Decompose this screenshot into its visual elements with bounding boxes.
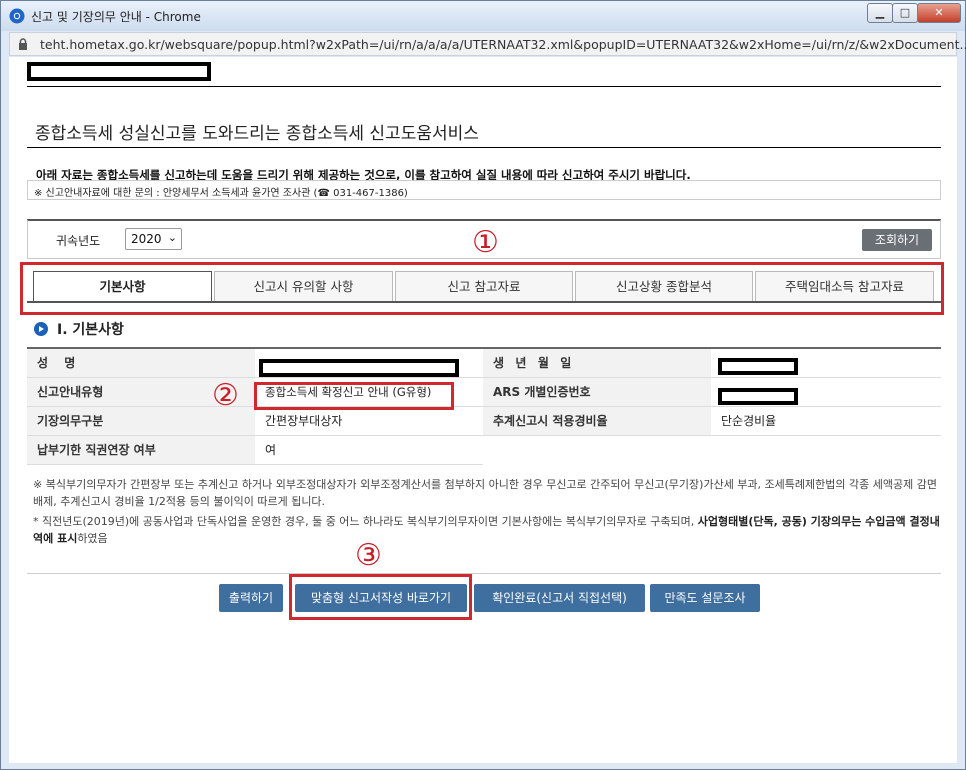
name-label: 성 명 bbox=[27, 347, 255, 378]
window-title: 신고 및 기장의무 안내 - Chrome bbox=[31, 10, 201, 24]
header-divider bbox=[27, 86, 941, 87]
redacted-ars bbox=[718, 388, 798, 405]
table-row: 신고안내유형 종합소득세 확정신고 안내 (G유형) ARS 개별인증번호 bbox=[27, 376, 941, 407]
annotation-number-1: ① bbox=[472, 225, 499, 260]
popup-content: 종합소득세 성실신고를 도와드리는 종합소득세 신고도움서비스 아래 자료는 종… bbox=[9, 57, 957, 763]
chevron-down-icon: ⌄ bbox=[167, 231, 177, 244]
birth-label: 생 년 월 일 bbox=[483, 347, 711, 378]
redacted-birth bbox=[718, 358, 798, 375]
estimate-value: 단순경비율 bbox=[711, 405, 941, 436]
table-row: 납부기한 직권연장 여부 여 bbox=[27, 434, 941, 465]
page-title: 종합소득세 성실신고를 도와드리는 종합소득세 신고도움서비스 bbox=[35, 124, 479, 144]
year-value: 2020 bbox=[131, 232, 162, 246]
address-bar[interactable]: teht.hometax.go.kr/websquare/popup.html?… bbox=[9, 32, 966, 56]
inquiry-text: ※ 신고안내자료에 대한 문의 : 안양세무서 소득세과 윤가연 조사관 (☎ … bbox=[34, 188, 408, 199]
section-title: Ⅰ. 기본사항 bbox=[57, 322, 124, 338]
extension-value: 여 bbox=[255, 434, 483, 465]
footer-divider bbox=[27, 573, 941, 574]
confirm-button[interactable]: 확인완료(신고서 직접선택) bbox=[474, 584, 645, 612]
table-row: 기장의무구분 간편장부대상자 추계신고시 적용경비율 단순경비율 bbox=[27, 405, 941, 436]
chrome-icon bbox=[9, 8, 25, 24]
inquiry-box: ※ 신고안내자료에 대한 문의 : 안양세무서 소득세과 윤가연 조사관 (☎ … bbox=[27, 180, 941, 200]
survey-button[interactable]: 만족도 설문조사 bbox=[650, 584, 760, 612]
redacted-header bbox=[27, 62, 211, 81]
annotation-box-3 bbox=[289, 574, 472, 620]
query-button[interactable]: 조회하기 bbox=[862, 229, 932, 251]
annotation-box-1 bbox=[20, 262, 944, 315]
year-label: 귀속년도 bbox=[56, 234, 101, 248]
print-button[interactable]: 출력하기 bbox=[219, 584, 283, 612]
note-penalty: ※ 복식부기의무자가 간편장부 또는 추계신고 하거나 외부조정대상자가 외부조… bbox=[33, 478, 937, 508]
title-bar: 신고 및 기장의무 안내 - Chrome ▁ □ ✕ bbox=[1, 1, 965, 31]
estimate-label: 추계신고시 적용경비율 bbox=[483, 405, 711, 436]
annotation-number-3: ③ bbox=[355, 538, 382, 573]
minimize-button[interactable]: ▁ bbox=[867, 3, 893, 23]
year-select[interactable]: 2020 ⌄ bbox=[125, 228, 182, 250]
basic-info-table: 성 명 생 년 월 일 신고안내유형 종합소득세 확정신고 안내 (G유형) A… bbox=[27, 347, 941, 465]
annotation-box-2 bbox=[254, 382, 454, 410]
close-button[interactable]: ✕ bbox=[917, 3, 961, 23]
ars-label: ARS 개별인증번호 bbox=[483, 376, 711, 407]
lock-icon bbox=[19, 38, 27, 50]
title-divider bbox=[27, 147, 941, 148]
section-bullet-icon bbox=[34, 322, 48, 336]
note-joint-business: * 직전년도(2019년)에 공동사업과 단독사업을 운영한 경우, 둘 중 어… bbox=[33, 515, 940, 545]
redacted-name bbox=[259, 359, 459, 377]
annotation-number-2: ② bbox=[212, 378, 239, 413]
table-row: 성 명 생 년 월 일 bbox=[27, 347, 941, 378]
url-text: teht.hometax.go.kr/websquare/popup.html?… bbox=[40, 37, 966, 52]
maximize-button[interactable]: □ bbox=[892, 3, 918, 23]
extension-label: 납부기한 직권연장 여부 bbox=[27, 434, 255, 465]
browser-window: 신고 및 기장의무 안내 - Chrome ▁ □ ✕ teht.hometax… bbox=[0, 0, 966, 770]
bookkeeping-value: 간편장부대상자 bbox=[255, 405, 483, 436]
